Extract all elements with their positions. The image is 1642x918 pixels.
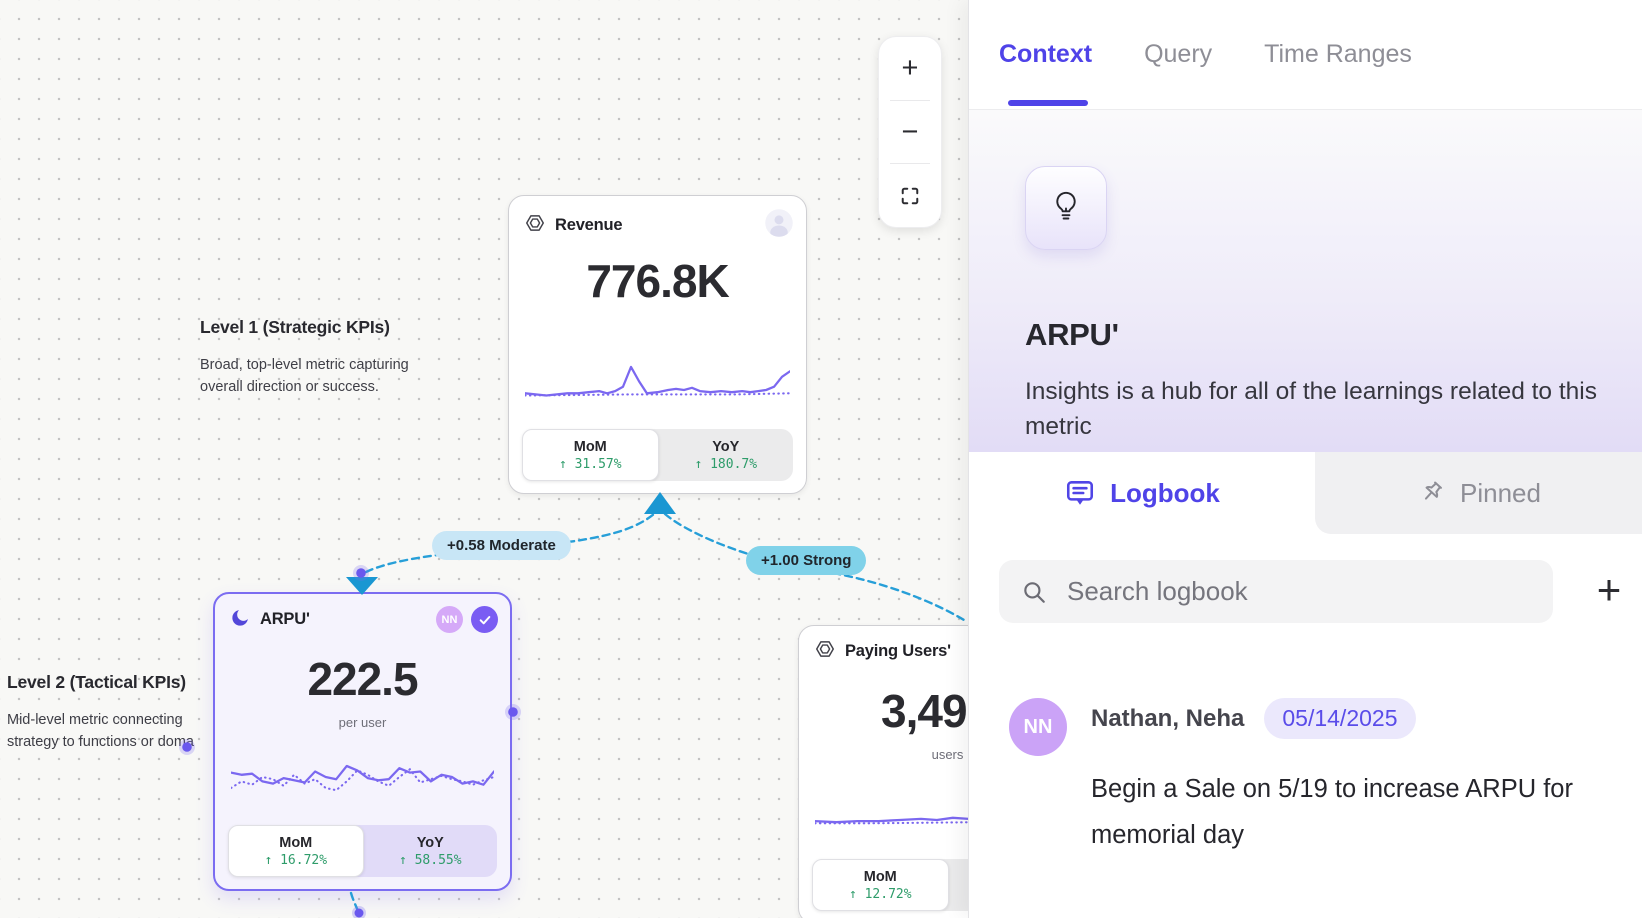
- fit-view-button[interactable]: [879, 164, 941, 227]
- tab-context[interactable]: Context: [999, 40, 1092, 69]
- level1-title: Level 1 (Strategic KPIs): [200, 317, 432, 338]
- owner-initials-badge: NN: [436, 606, 463, 633]
- period-toggle: MoM ↑ 16.72% YoY ↑ 58.55%: [228, 825, 497, 877]
- add-logbook-entry-button[interactable]: +: [1579, 557, 1639, 623]
- level1-annotation: Level 1 (Strategic KPIs) Broad, top-leve…: [200, 317, 432, 398]
- panel-tabbar: Context Query Time Ranges: [969, 0, 1642, 110]
- level2-description: Mid-level metric connecting strategy to …: [7, 710, 217, 753]
- verified-check-icon: [471, 606, 498, 633]
- mom-toggle-button[interactable]: MoM ↑ 31.57%: [522, 429, 659, 481]
- panel-metric-title: ARPU': [1025, 317, 1119, 353]
- owner-avatar-icon: [764, 208, 794, 243]
- moon-icon: [230, 607, 251, 633]
- tab-pinned[interactable]: Pinned: [1315, 452, 1642, 534]
- metric-card-revenue[interactable]: Revenue 776.8K: [508, 195, 807, 494]
- entry-avatar: NN: [1009, 698, 1067, 756]
- panel-metric-description: Insights is a hub for all of the learnin…: [1025, 374, 1640, 444]
- fullscreen-icon: [900, 186, 920, 206]
- level2-title: Level 2 (Tactical KPIs): [7, 672, 217, 693]
- entry-date-badge: 05/14/2025: [1264, 698, 1415, 739]
- pinned-label: Pinned: [1460, 478, 1541, 509]
- sparkline-chart: [525, 356, 790, 404]
- tab-time-ranges[interactable]: Time Ranges: [1264, 40, 1412, 69]
- entry-author: Nathan, Neha: [1091, 705, 1244, 733]
- period-toggle: MoM ↑ 31.57% YoY ↑ 180.7%: [522, 429, 793, 481]
- metric-card-arpu[interactable]: ARPU' NN 222.5 per user MoM ↑ 16.72%: [213, 592, 512, 891]
- zoom-in-button[interactable]: +: [879, 37, 941, 100]
- context-panel: Context Query Time Ranges ARPU' Insights…: [968, 0, 1642, 918]
- logbook-search-bar[interactable]: [999, 560, 1553, 623]
- metric-node-icon: [524, 212, 546, 239]
- metric-value: 222.5: [215, 652, 510, 706]
- tab-query[interactable]: Query: [1144, 40, 1212, 69]
- lightbulb-icon: [1045, 186, 1087, 230]
- yoy-toggle-button[interactable]: YoY ↑ 180.7%: [659, 429, 794, 481]
- mom-toggle-button[interactable]: MoM ↑ 12.72%: [812, 859, 949, 911]
- edge-arpu-down: [351, 893, 358, 911]
- search-icon: [1021, 579, 1047, 605]
- level1-description: Broad, top-level metric capturing overal…: [200, 355, 432, 398]
- metric-tree-canvas[interactable]: Level 1 (Strategic KPIs) Broad, top-leve…: [0, 0, 968, 918]
- logbook-icon: [1064, 477, 1096, 509]
- metric-unit: per user: [215, 715, 510, 730]
- logbook-pinned-tabs: Logbook Pinned: [969, 452, 1642, 534]
- active-tab-underline: [1008, 100, 1088, 106]
- metric-summary-section: ARPU' Insights is a hub for all of the l…: [969, 110, 1642, 452]
- card-title: Revenue: [555, 216, 622, 235]
- canvas-zoom-toolbar: + −: [878, 36, 942, 228]
- correlation-label-moderate[interactable]: +0.58 Moderate: [432, 531, 571, 560]
- card-title: ARPU': [260, 610, 310, 629]
- search-input[interactable]: [1067, 576, 1531, 607]
- arrowhead-to-revenue: [644, 492, 676, 514]
- tab-logbook[interactable]: Logbook: [969, 452, 1315, 534]
- insights-tile: [1025, 166, 1107, 250]
- yoy-toggle-button[interactable]: YoY ↑ 58.55%: [364, 825, 498, 877]
- logbook-label: Logbook: [1110, 478, 1220, 509]
- metric-node-icon: [814, 638, 836, 665]
- metric-value: 776.8K: [509, 254, 806, 308]
- entry-text: Begin a Sale on 5/19 to increase ARPU fo…: [1091, 766, 1611, 858]
- level2-annotation: Level 2 (Tactical KPIs) Mid-level metric…: [7, 672, 217, 753]
- pin-icon: [1416, 478, 1446, 508]
- correlation-label-strong[interactable]: +1.00 Strong: [746, 546, 866, 575]
- mom-toggle-button[interactable]: MoM ↑ 16.72%: [228, 825, 364, 877]
- sparkline-chart: [231, 754, 494, 802]
- card-title: Paying Users': [845, 642, 951, 661]
- zoom-out-button[interactable]: −: [879, 101, 941, 164]
